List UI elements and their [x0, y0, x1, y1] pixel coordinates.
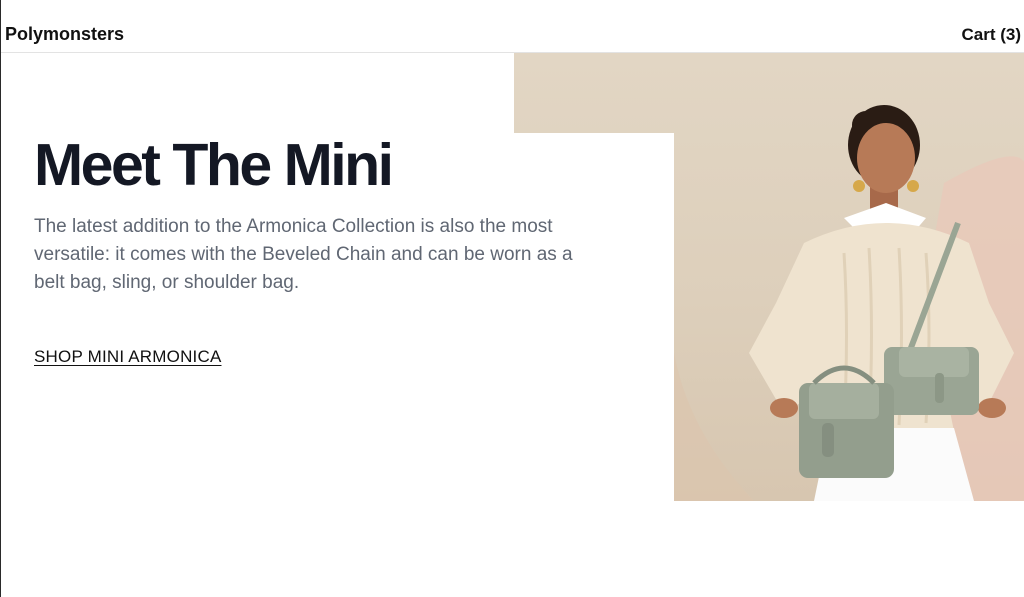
page: Polymonsters Cart (3) Meet The Mini The …	[0, 0, 1024, 597]
shop-mini-armonica-link[interactable]: SHOP MINI ARMONICA	[34, 347, 221, 367]
hero-image-cutout	[514, 133, 674, 501]
brand-logo-link[interactable]: Polymonsters	[5, 24, 124, 45]
top-nav: Polymonsters Cart (3)	[1, 0, 1024, 53]
hero-description: The latest addition to the Armonica Coll…	[34, 216, 573, 293]
hero-title: Meet The Mini	[34, 132, 394, 198]
cart-link[interactable]: Cart (3)	[961, 25, 1021, 45]
